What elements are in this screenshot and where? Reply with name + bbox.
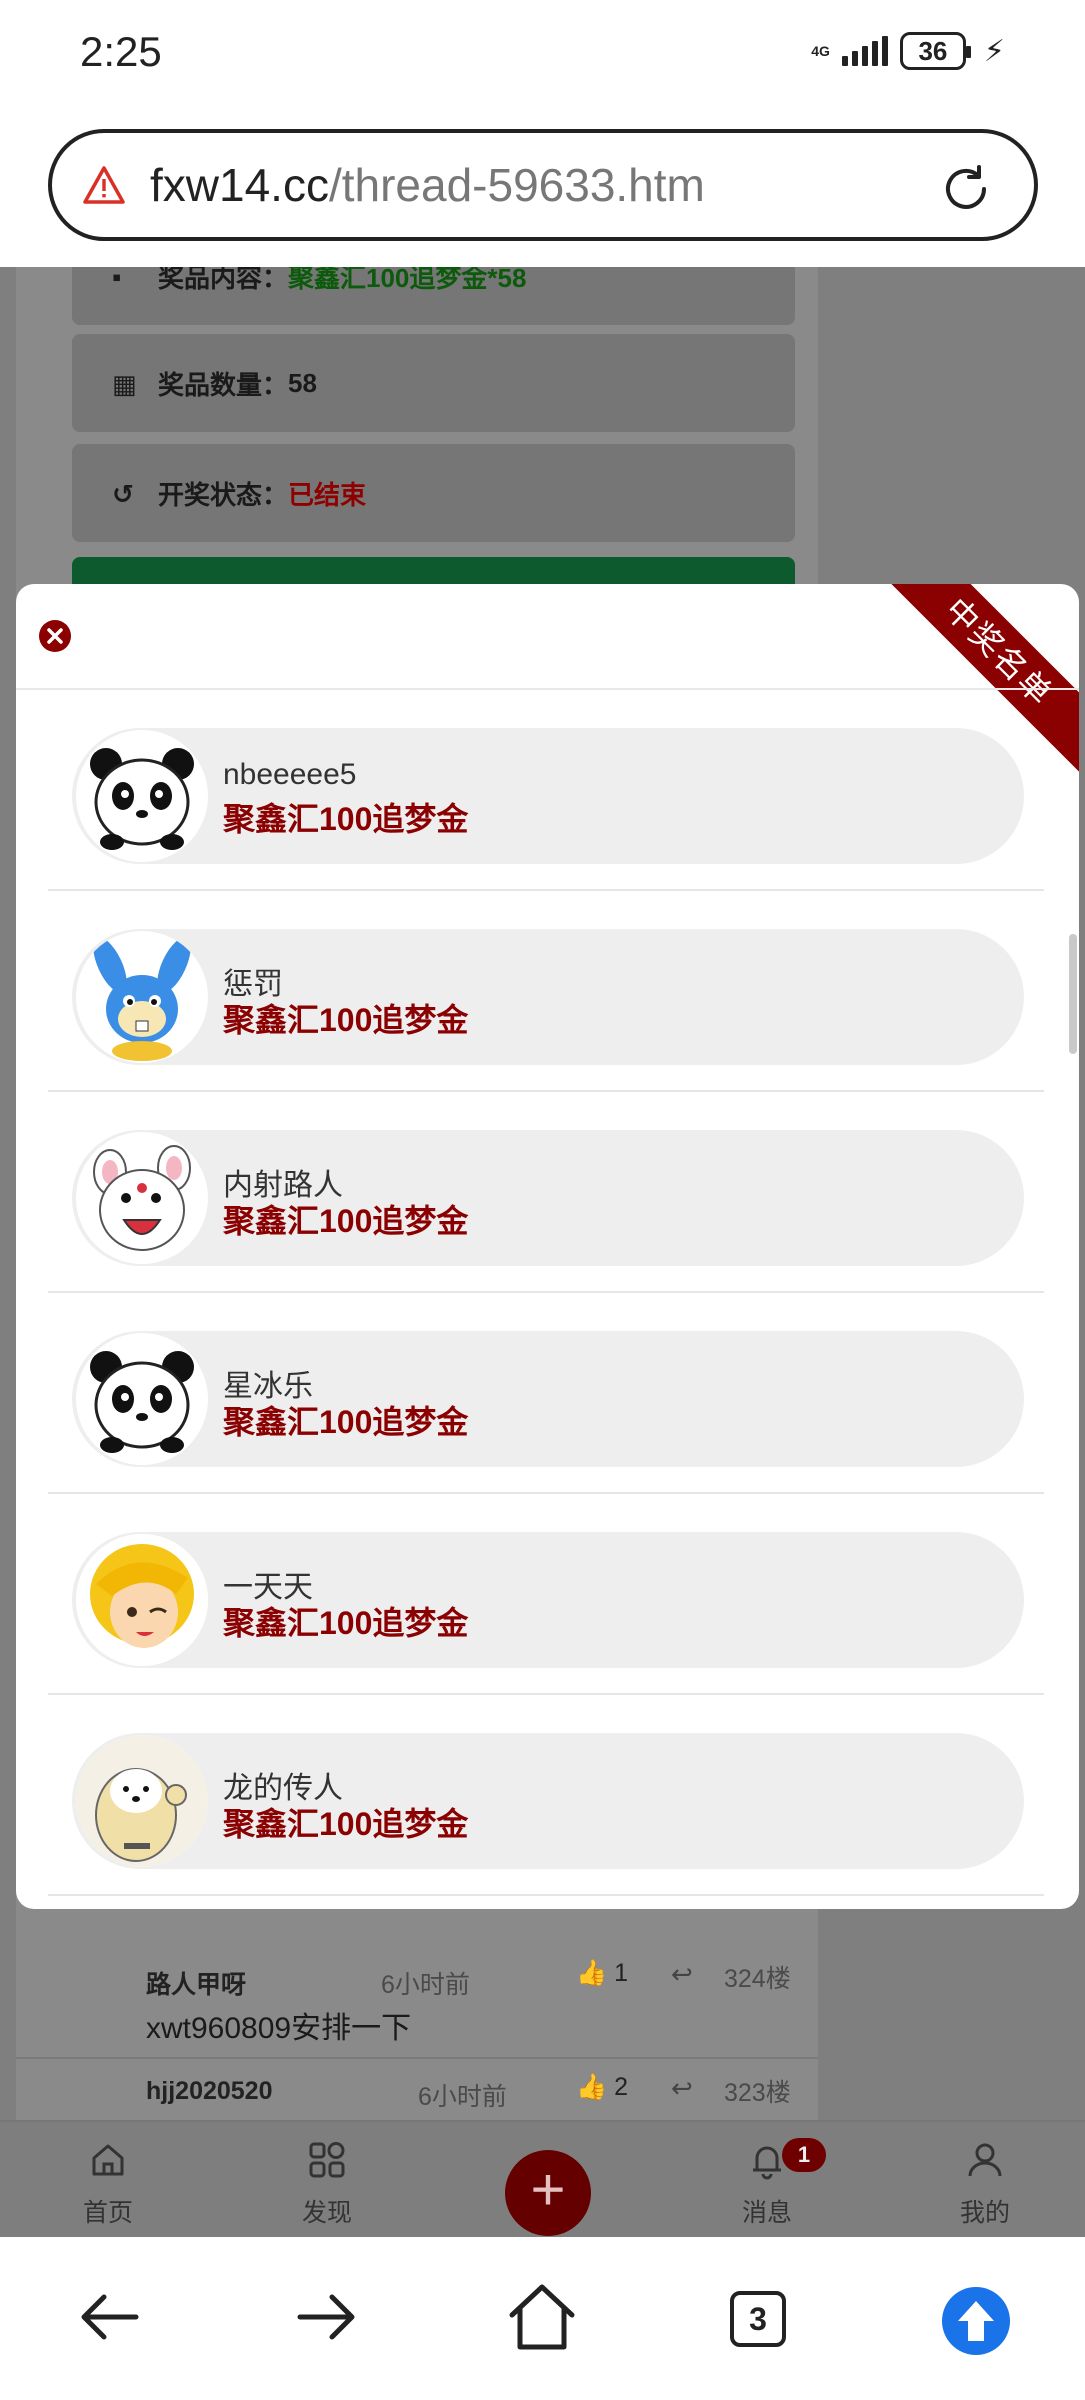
comment-time: 6小时前 bbox=[381, 1971, 470, 1999]
like-button[interactable]: 👍 1 bbox=[576, 1959, 628, 1988]
tabs-button[interactable]: 3 bbox=[730, 2291, 786, 2347]
rabbit-avatar-icon bbox=[93, 937, 191, 1061]
nav-profile[interactable]: 我的 bbox=[930, 2140, 1040, 2229]
url-path: /thread-59633.htm bbox=[328, 159, 705, 211]
info-row-draw-status: ↺ 开奖状态： 已结束 bbox=[72, 444, 795, 542]
winner-card bbox=[72, 1733, 1024, 1869]
comment-row: 路人甲呀 6小时前 👍 1 ↩ 324楼 xwt960809安排一下 bbox=[16, 1907, 818, 2059]
panda-avatar-icon bbox=[90, 748, 194, 850]
comment-time: 6小时前 bbox=[418, 2083, 507, 2111]
avatar[interactable] bbox=[76, 931, 208, 1063]
back-arrow-icon[interactable] bbox=[70, 2277, 150, 2357]
comment-floor: 324楼 bbox=[724, 1965, 791, 1993]
signal-icon bbox=[841, 36, 888, 66]
info-row-prize-content: ▪ 奖品内容： 聚鑫汇100追梦金*58 bbox=[72, 267, 795, 325]
winner-card bbox=[72, 1130, 1024, 1266]
address-bar[interactable]: fxw14.cc/thread-59633.htm bbox=[48, 129, 1038, 241]
reply-icon[interactable]: ↩ bbox=[671, 1959, 693, 1990]
panda-avatar-icon bbox=[90, 1351, 194, 1453]
like-button[interactable]: 👍 2 bbox=[576, 2073, 628, 2102]
boxes-icon: ▦ bbox=[112, 369, 137, 399]
winner-prize: 聚鑫汇100追梦金 bbox=[223, 1203, 469, 1239]
comment-user[interactable]: hjj2020520 bbox=[146, 2077, 273, 2106]
home-icon[interactable] bbox=[502, 2277, 582, 2357]
reply-icon[interactable]: ↩ bbox=[671, 2073, 693, 2104]
winner-card bbox=[72, 1331, 1024, 1467]
winner-prize: 聚鑫汇100追梦金 bbox=[223, 801, 469, 837]
winner-card bbox=[72, 728, 1024, 864]
forward-arrow-icon[interactable] bbox=[286, 2277, 366, 2357]
network-type: 4G bbox=[811, 43, 830, 59]
arrow-up-icon bbox=[958, 2301, 994, 2341]
bunny-avatar-icon bbox=[93, 1145, 191, 1251]
winner-item: 星冰乐 聚鑫汇100追梦金 bbox=[48, 1293, 1044, 1494]
winner-name[interactable]: nbeeeee5 bbox=[223, 758, 356, 792]
nav-discover[interactable]: 发现 bbox=[272, 2140, 382, 2229]
avatar[interactable] bbox=[76, 1534, 208, 1666]
charging-icon: ⚡ bbox=[983, 34, 1005, 68]
winner-item: 内射路人 聚鑫汇100追梦金 bbox=[48, 1092, 1044, 1293]
winner-item: 一天天 聚鑫汇100追梦金 bbox=[48, 1494, 1044, 1695]
avatar[interactable] bbox=[76, 1333, 208, 1465]
winner-item: 惩罚 聚鑫汇100追梦金 bbox=[48, 891, 1044, 1092]
status-icons: 4G 36 ⚡ bbox=[811, 32, 1005, 70]
status-time: 2:25 bbox=[80, 28, 162, 75]
bell-icon bbox=[753, 2146, 781, 2180]
winner-prize: 聚鑫汇100追梦金 bbox=[223, 1605, 469, 1641]
browser-url-area: fxw14.cc/thread-59633.htm bbox=[0, 105, 1085, 267]
winner-card bbox=[72, 929, 1024, 1065]
status-bar: 2:25 4G 36 ⚡ bbox=[0, 0, 1085, 105]
url-text[interactable]: fxw14.cc/thread-59633.htm bbox=[150, 158, 705, 212]
winner-prize: 聚鑫汇100追梦金 bbox=[223, 1002, 469, 1038]
info-row-prize-count: ▦ 奖品数量： 58 bbox=[72, 334, 795, 432]
winners-modal: 中奖名单 nbeeeee5 聚鑫汇100追梦金 惩罚 聚鑫汇100追梦金 内射路… bbox=[16, 584, 1079, 1909]
shiba-avatar-icon bbox=[76, 1735, 208, 1867]
comment-floor: 323楼 bbox=[724, 2079, 791, 2107]
gift-icon: ▪ bbox=[112, 267, 122, 292]
girl-avatar-icon bbox=[76, 1534, 208, 1666]
avatar[interactable] bbox=[76, 1132, 208, 1264]
reload-icon[interactable] bbox=[938, 161, 994, 217]
scroll-up-button[interactable] bbox=[942, 2287, 1010, 2355]
comment-user[interactable]: 路人甲呀 bbox=[146, 1965, 246, 2001]
winner-item: nbeeeee5 聚鑫汇100追梦金 bbox=[48, 690, 1044, 891]
winner-prize: 聚鑫汇100追梦金 bbox=[223, 1806, 469, 1842]
winner-divider bbox=[48, 1894, 1044, 1896]
user-icon bbox=[968, 2143, 1002, 2177]
avatar[interactable] bbox=[76, 1735, 208, 1867]
avatar[interactable] bbox=[76, 730, 208, 862]
modal-scrollbar[interactable] bbox=[1069, 688, 1079, 1909]
new-post-button[interactable]: + bbox=[505, 2150, 591, 2236]
grid-icon bbox=[309, 2142, 345, 2178]
warning-icon[interactable] bbox=[82, 165, 126, 205]
history-icon: ↺ bbox=[112, 479, 134, 509]
comment-text: xwt960809安排一下 bbox=[146, 2012, 412, 2045]
modal-scrollbar-thumb[interactable] bbox=[1069, 934, 1077, 1054]
close-icon[interactable] bbox=[38, 619, 72, 653]
winner-item: 龙的传人 聚鑫汇100追梦金 bbox=[48, 1695, 1044, 1896]
url-domain: fxw14.cc bbox=[150, 159, 329, 211]
winner-card bbox=[72, 1532, 1024, 1668]
nav-home[interactable]: 首页 bbox=[53, 2140, 163, 2229]
browser-toolbar: 3 bbox=[0, 2237, 1085, 2400]
home-icon bbox=[92, 2144, 124, 2176]
winner-prize: 聚鑫汇100追梦金 bbox=[223, 1404, 469, 1440]
message-badge: 1 bbox=[782, 2138, 826, 2172]
battery-icon: 36 bbox=[899, 32, 971, 70]
